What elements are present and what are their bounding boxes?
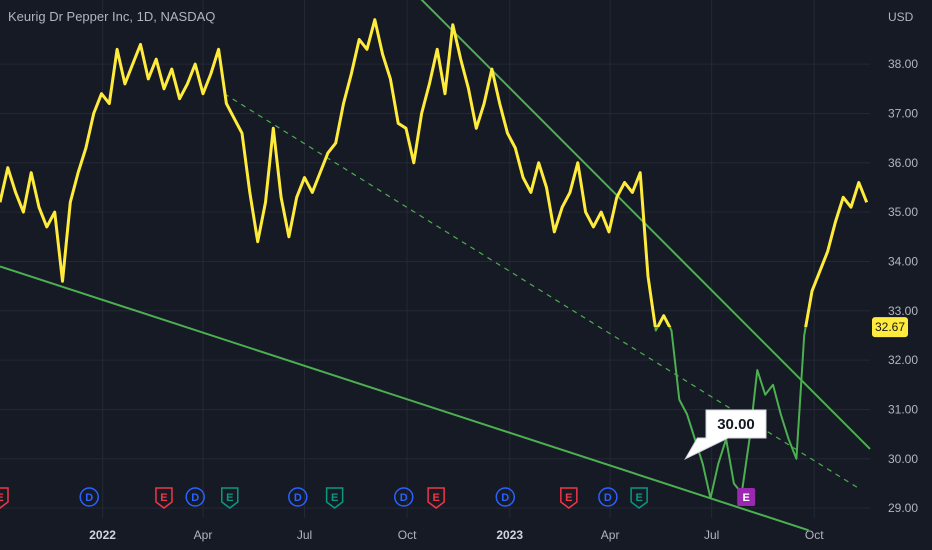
time-tick-label: Apr bbox=[194, 528, 213, 542]
marker-label: D bbox=[294, 492, 302, 504]
price-tick-label: 30.00 bbox=[888, 452, 918, 466]
price-tick-label: 37.00 bbox=[888, 106, 918, 120]
last-price-label: 32.67 bbox=[875, 320, 905, 334]
time-tick-label: Jul bbox=[297, 528, 312, 542]
marker-label: E bbox=[226, 492, 233, 504]
price-tick-label: 38.00 bbox=[888, 57, 918, 71]
marker-label: E bbox=[565, 492, 572, 504]
time-tick-label: Oct bbox=[805, 528, 824, 542]
price-axis-currency: USD bbox=[888, 10, 914, 24]
marker-label: E bbox=[0, 492, 4, 504]
marker-label: D bbox=[604, 492, 612, 504]
price-tick-label: 36.00 bbox=[888, 156, 918, 170]
marker-label: E bbox=[331, 492, 338, 504]
marker-label: E bbox=[743, 492, 750, 504]
price-tick-label: 34.00 bbox=[888, 254, 918, 268]
price-tick-label: 35.00 bbox=[888, 205, 918, 219]
marker-label: E bbox=[432, 492, 439, 504]
marker-label: D bbox=[501, 492, 509, 504]
time-tick-label: Oct bbox=[398, 528, 417, 542]
price-tick-label: 29.00 bbox=[888, 501, 918, 515]
time-tick-label: 2023 bbox=[496, 528, 523, 542]
time-tick-label: Apr bbox=[601, 528, 620, 542]
marker-label: D bbox=[191, 492, 199, 504]
price-tick-label: 33.00 bbox=[888, 304, 918, 318]
marker-label: D bbox=[85, 492, 93, 504]
price-tick-label: 31.00 bbox=[888, 402, 918, 416]
earnings-marker: E bbox=[737, 488, 756, 506]
marker-label: D bbox=[400, 492, 408, 504]
price-chart[interactable]: E D E D E D E D E D E D E E 30.00 USD 38.00 37.00 36.00… bbox=[0, 0, 932, 550]
annotation-label: 30.00 bbox=[717, 416, 755, 433]
time-tick-label: 2022 bbox=[89, 528, 116, 542]
time-tick-label: Jul bbox=[704, 528, 719, 542]
marker-label: E bbox=[635, 492, 642, 504]
symbol-title: Keurig Dr Pepper Inc, 1D, NASDAQ bbox=[8, 9, 216, 24]
price-tick-label: 32.00 bbox=[888, 353, 918, 367]
marker-label: E bbox=[160, 492, 167, 504]
